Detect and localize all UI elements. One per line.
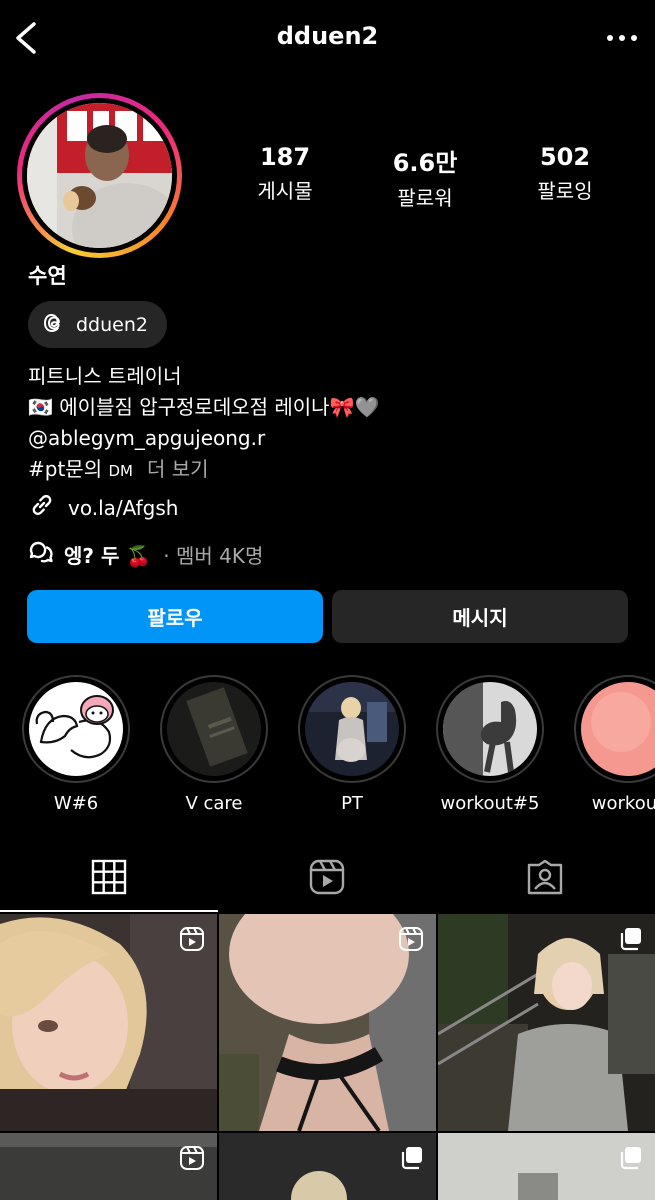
- highlight-ring: [574, 675, 655, 783]
- reels-icon: [308, 858, 346, 900]
- active-tab-indicator: [0, 910, 218, 912]
- highlight-label: W#6: [53, 793, 99, 814]
- threads-handle: dduen2: [76, 313, 148, 336]
- tab-posts[interactable]: [0, 846, 218, 912]
- link-text: vo.la/Afgsh: [68, 495, 179, 520]
- more-button[interactable]: 더 보기: [147, 457, 209, 481]
- grid-icon: [91, 859, 127, 899]
- stat-value: 187: [259, 143, 311, 171]
- tagged-icon: [526, 858, 564, 900]
- highlight-item[interactable]: workout: [574, 675, 655, 814]
- stat-label: 팔로잉: [537, 179, 593, 203]
- reel-icon: [398, 926, 424, 956]
- highlight-item[interactable]: PT: [298, 675, 406, 814]
- channel-members: · 멤버 4K명: [163, 544, 264, 568]
- reel-icon: [179, 926, 205, 956]
- bio-line: #pt문의 DM 더 보기: [28, 457, 209, 481]
- bio-hashtag[interactable]: #pt문의: [28, 457, 102, 481]
- highlight-label: V care: [185, 793, 243, 814]
- profile-tabs: [0, 846, 655, 912]
- posts-count[interactable]: 187 게시물: [225, 143, 345, 211]
- highlight-cover: [167, 682, 261, 776]
- highlight-label: workout: [591, 793, 655, 814]
- stat-value: 502: [539, 143, 591, 171]
- posts-grid: [0, 914, 655, 1200]
- highlight-label: PT: [341, 793, 363, 814]
- highlight-cover: [29, 682, 123, 776]
- highlight-item[interactable]: W#6: [22, 675, 130, 814]
- profile-username: dduen2: [276, 22, 379, 50]
- carousel-icon: [617, 1145, 643, 1175]
- post-thumbnail[interactable]: [438, 1133, 655, 1200]
- link-icon: [28, 491, 56, 524]
- avatar[interactable]: [27, 103, 172, 248]
- stat-label: 게시물: [257, 179, 313, 203]
- highlight-ring: [160, 675, 268, 783]
- post-thumbnail[interactable]: [219, 1133, 436, 1200]
- more-options-icon[interactable]: [605, 28, 639, 48]
- profile-link[interactable]: vo.la/Afgsh: [28, 491, 178, 524]
- highlight-cover: [443, 682, 537, 776]
- highlight-label: workout#5: [440, 793, 540, 814]
- highlight-ring: [22, 675, 130, 783]
- carousel-icon: [398, 1145, 424, 1175]
- post-thumbnail[interactable]: [0, 914, 217, 1131]
- display-name: 수연: [28, 264, 67, 288]
- highlight-cover: [581, 682, 655, 776]
- highlight-ring: [436, 675, 544, 783]
- carousel-icon: [617, 926, 643, 956]
- top-bar: dduen2: [0, 0, 655, 78]
- stat-label: 팔로워: [397, 186, 453, 210]
- story-ring[interactable]: [17, 93, 182, 258]
- tab-tagged[interactable]: [436, 846, 654, 912]
- bio-line: 피트니스 트레이너: [28, 364, 182, 388]
- tab-reels[interactable]: [218, 846, 436, 912]
- highlight-ring: [298, 675, 406, 783]
- highlight-item[interactable]: V care: [160, 675, 268, 814]
- threads-icon: [42, 311, 66, 339]
- post-thumbnail[interactable]: [0, 1133, 217, 1200]
- follow-button[interactable]: 팔로우: [27, 590, 323, 643]
- channel-icon: [28, 539, 54, 570]
- following-count[interactable]: 502 팔로잉: [505, 143, 625, 211]
- profile-stats: 187 게시물 6.6만 팔로워 502 팔로잉: [225, 143, 625, 211]
- message-button[interactable]: 메시지: [332, 590, 628, 643]
- bio-mention[interactable]: @ablegym_apgujeong.r: [28, 423, 379, 454]
- reel-icon: [179, 1145, 205, 1175]
- channel-name: 엥? 두 🍒: [64, 544, 152, 568]
- post-thumbnail[interactable]: [438, 914, 655, 1131]
- post-thumbnail[interactable]: [219, 914, 436, 1131]
- broadcast-channel[interactable]: 엥? 두 🍒 · 멤버 4K명: [28, 539, 263, 570]
- bio-line: 🇰🇷 에이블짐 압구정로데오점 레이나🎀🩶: [28, 395, 380, 419]
- highlight-item[interactable]: workout#5: [436, 675, 544, 814]
- korea-flag: 🇰🇷: [28, 395, 53, 419]
- highlight-cover: [305, 682, 399, 776]
- followers-count[interactable]: 6.6만 팔로워: [365, 143, 485, 211]
- threads-badge[interactable]: dduen2: [28, 301, 167, 348]
- stat-value: 6.6만: [392, 149, 458, 177]
- story-highlights: W#6 V care PT workout#5 workou: [0, 675, 655, 815]
- bio: 피트니스 트레이너 🇰🇷 에이블짐 압구정로데오점 레이나🎀🩶 @ablegym…: [28, 361, 379, 487]
